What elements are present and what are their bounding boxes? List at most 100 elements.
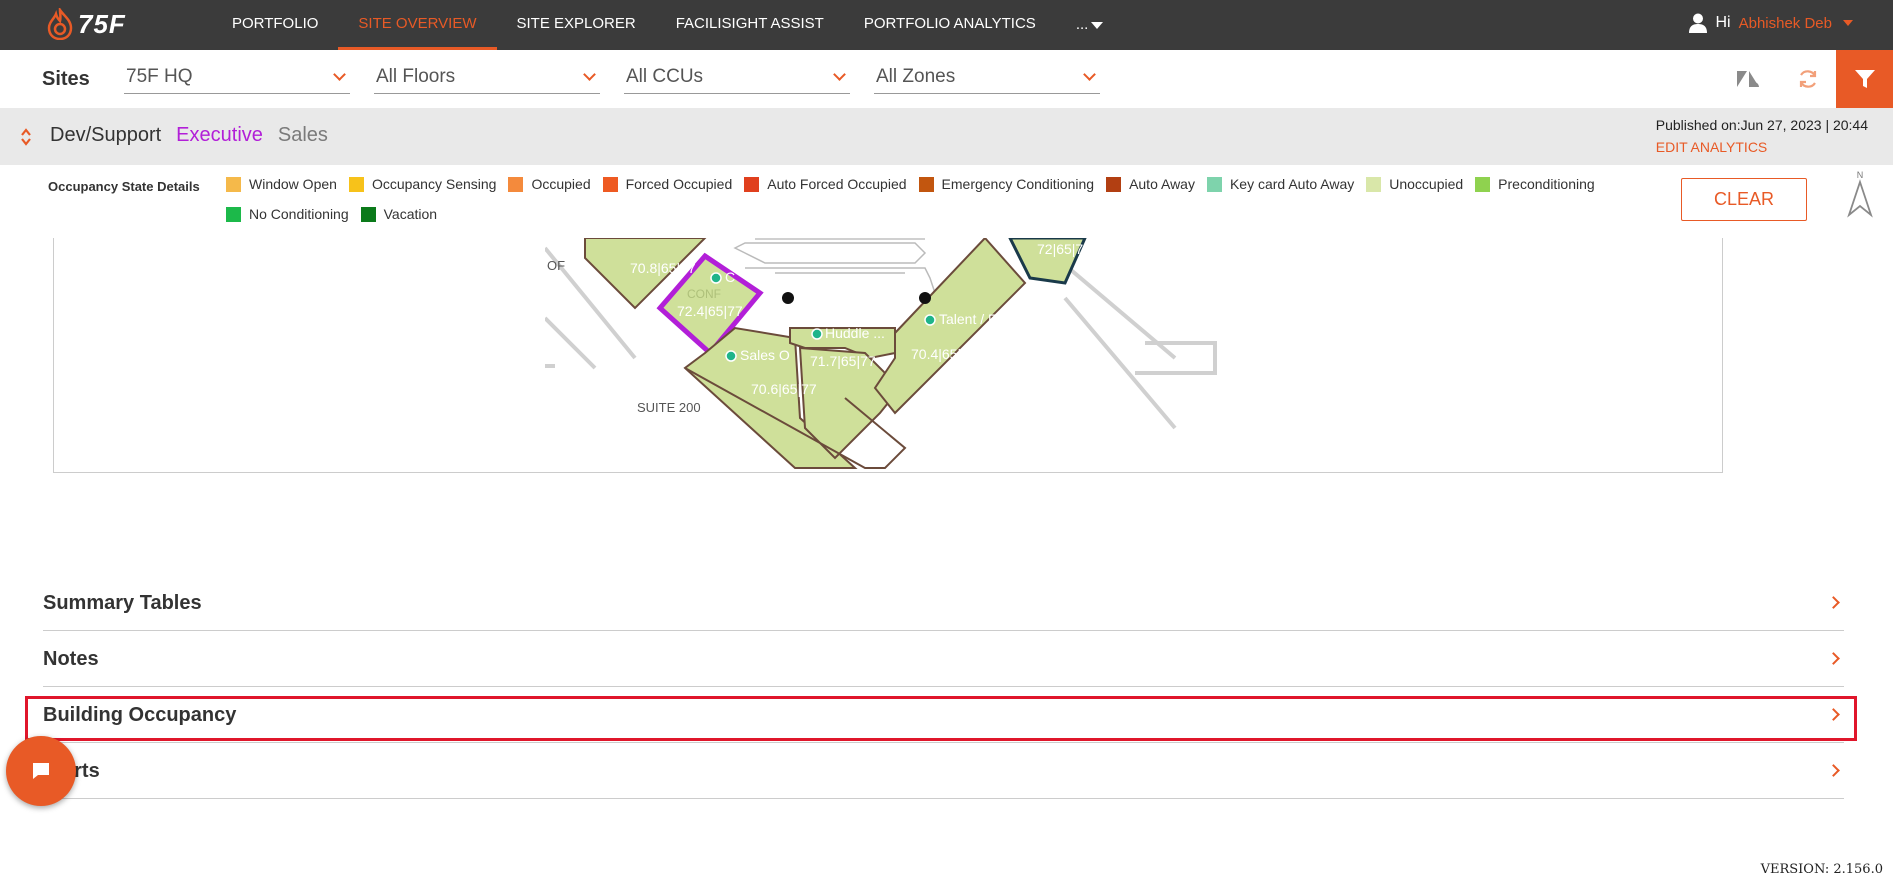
flame-logo-icon xyxy=(47,8,73,40)
chevron-right-icon xyxy=(1827,652,1840,665)
sites-label: Sites xyxy=(42,68,90,90)
role-tab-sales[interactable]: Sales xyxy=(278,124,328,147)
role-tabs: Dev/Support Executive Sales xyxy=(50,124,328,147)
role-bar: Dev/Support Executive Sales Published on… xyxy=(0,108,1893,165)
north-compass: N xyxy=(1847,170,1873,223)
legend-label: Unoccupied xyxy=(1389,176,1464,192)
legend-swatch xyxy=(508,176,524,192)
caret-down-icon xyxy=(1091,21,1104,29)
legend-swatch xyxy=(360,206,376,222)
nav-more-menu[interactable]: ... xyxy=(1056,0,1124,50)
nav-portfolio[interactable]: PORTFOLIO xyxy=(212,0,338,50)
zone-readout: 70.4|65|79 xyxy=(911,346,977,362)
role-tab-executive[interactable]: Executive xyxy=(176,124,263,147)
legend-item[interactable]: Vacation xyxy=(360,205,438,223)
floors-select[interactable]: All Floors xyxy=(374,66,600,94)
zone-label-conf: CONF xyxy=(687,287,721,301)
filter-bar: Sites 75F HQ All Floors All CCUs All Zon… xyxy=(0,50,1893,108)
version-label: VERSION: 2.156.0 xyxy=(1760,862,1883,877)
floorplan-label-suite: SUITE 200 xyxy=(637,400,701,415)
top-navigation-bar: 75F PORTFOLIO SITE OVERVIEW SITE EXPLORE… xyxy=(0,0,1893,50)
legend-swatch xyxy=(348,176,364,192)
published-date: Published on:Jun 27, 2023 | 20:44 xyxy=(1655,117,1868,133)
legend-item[interactable]: Unoccupied xyxy=(1366,175,1463,193)
chevron-right-icon xyxy=(1827,596,1840,609)
refresh-button[interactable] xyxy=(1793,64,1823,94)
zone-readout: 71.7|65|77 xyxy=(810,353,876,369)
legend-label: Forced Occupied xyxy=(625,176,733,192)
user-menu[interactable]: Hi Abhishek Deb xyxy=(1689,13,1853,33)
legend-items: Window Open Occupancy Sensing Occupied Forc… xyxy=(226,175,1706,223)
legend-item[interactable]: Auto Away xyxy=(1106,175,1195,193)
zones-select[interactable]: All Zones xyxy=(874,66,1100,94)
filter-button[interactable] xyxy=(1836,50,1893,108)
legend-item[interactable]: Forced Occupied xyxy=(602,175,733,193)
legend-item[interactable]: Auto Forced Occupied xyxy=(744,175,907,193)
ccus-select[interactable]: All CCUs xyxy=(624,66,850,94)
zone-label-huddle: Huddle ... xyxy=(825,325,885,341)
zone-label-sales: Sales O xyxy=(740,347,790,363)
floors-select-value: All Floors xyxy=(376,66,456,87)
nav-more-label: ... xyxy=(1075,16,1089,33)
legend-item[interactable]: Key card Auto Away xyxy=(1206,175,1355,193)
role-tab-dev-support[interactable]: Dev/Support xyxy=(50,124,161,147)
legend-label: Window Open xyxy=(249,176,337,192)
nav-site-explorer[interactable]: SITE EXPLORER xyxy=(497,0,656,50)
compass-label: N xyxy=(1857,170,1864,180)
nav-portfolio-analytics[interactable]: PORTFOLIO ANALYTICS xyxy=(844,0,1056,50)
chevron-down-icon xyxy=(583,68,596,81)
edit-analytics-link[interactable]: EDIT ANALYTICS xyxy=(1656,139,1868,155)
legend-label: No Conditioning xyxy=(249,206,349,222)
legend-item[interactable]: Occupied xyxy=(508,175,591,193)
chevron-down-icon xyxy=(833,68,846,81)
app-logo[interactable]: 75F xyxy=(46,8,126,40)
chat-icon xyxy=(33,763,49,779)
chevron-down-icon xyxy=(1083,68,1096,81)
role-toggle-button[interactable] xyxy=(20,127,32,152)
zendesk-button[interactable] xyxy=(1733,64,1763,94)
zone-readout: 72|65|7 xyxy=(1037,241,1083,257)
legend-label: Key card Auto Away xyxy=(1229,176,1355,192)
section-alerts[interactable]: Alerts xyxy=(43,743,1844,799)
legend-item[interactable]: Preconditioning xyxy=(1475,175,1595,193)
clear-button[interactable]: CLEAR xyxy=(1681,178,1807,221)
nav-facilisight-assist[interactable]: FACILISIGHT ASSIST xyxy=(656,0,844,50)
zone-label-talent: Talent / Fi... xyxy=(939,311,1011,327)
legend-label: Occupancy Sensing xyxy=(371,176,497,192)
legend-swatch xyxy=(226,206,241,222)
logo-text: 75F xyxy=(78,8,126,39)
user-caret-icon xyxy=(1843,20,1853,26)
legend-swatch xyxy=(226,176,241,192)
user-name: Abhishek Deb xyxy=(1738,14,1832,32)
zone-readout: 72.4|65|77 xyxy=(677,303,743,319)
zones-select-value: All Zones xyxy=(876,66,956,87)
highlight-box xyxy=(25,696,1857,741)
section-notes[interactable]: Notes xyxy=(43,631,1844,687)
refresh-icon xyxy=(1799,70,1817,88)
legend-item[interactable]: Window Open xyxy=(226,175,337,193)
legend-swatch xyxy=(602,176,618,192)
legend-title: Occupancy State Details xyxy=(48,179,200,194)
legend-swatch xyxy=(1106,176,1122,192)
zone-readout: 70.6|65|77 xyxy=(751,381,817,397)
filter-icon xyxy=(1854,70,1875,88)
zendesk-icon xyxy=(1737,71,1759,87)
legend-item[interactable]: Emergency Conditioning xyxy=(918,175,1094,193)
zone-label-c: C xyxy=(725,269,735,285)
floorplan-map[interactable]: 70.8|65|77 72.4|65|77 71.7|65|77 70.4|65… xyxy=(545,238,1225,474)
nav-site-overview[interactable]: SITE OVERVIEW xyxy=(338,0,497,50)
legend-swatch xyxy=(1366,176,1382,192)
legend-item[interactable]: Occupancy Sensing xyxy=(348,175,497,193)
main-nav: PORTFOLIO SITE OVERVIEW SITE EXPLORER FA… xyxy=(212,0,1123,50)
legend-label: Vacation xyxy=(383,206,438,222)
user-icon xyxy=(1689,13,1708,33)
legend-label: Preconditioning xyxy=(1498,176,1595,192)
legend-swatch xyxy=(1206,176,1222,192)
section-summary-tables[interactable]: Summary Tables xyxy=(43,575,1844,631)
zone-readout: 70.8|65|77 xyxy=(630,260,696,276)
chevron-down-icon xyxy=(333,68,346,81)
chat-button[interactable] xyxy=(6,736,76,806)
legend-item[interactable]: No Conditioning xyxy=(226,205,349,223)
ccus-select-value: All CCUs xyxy=(626,66,704,87)
site-select[interactable]: 75F HQ xyxy=(124,66,350,94)
